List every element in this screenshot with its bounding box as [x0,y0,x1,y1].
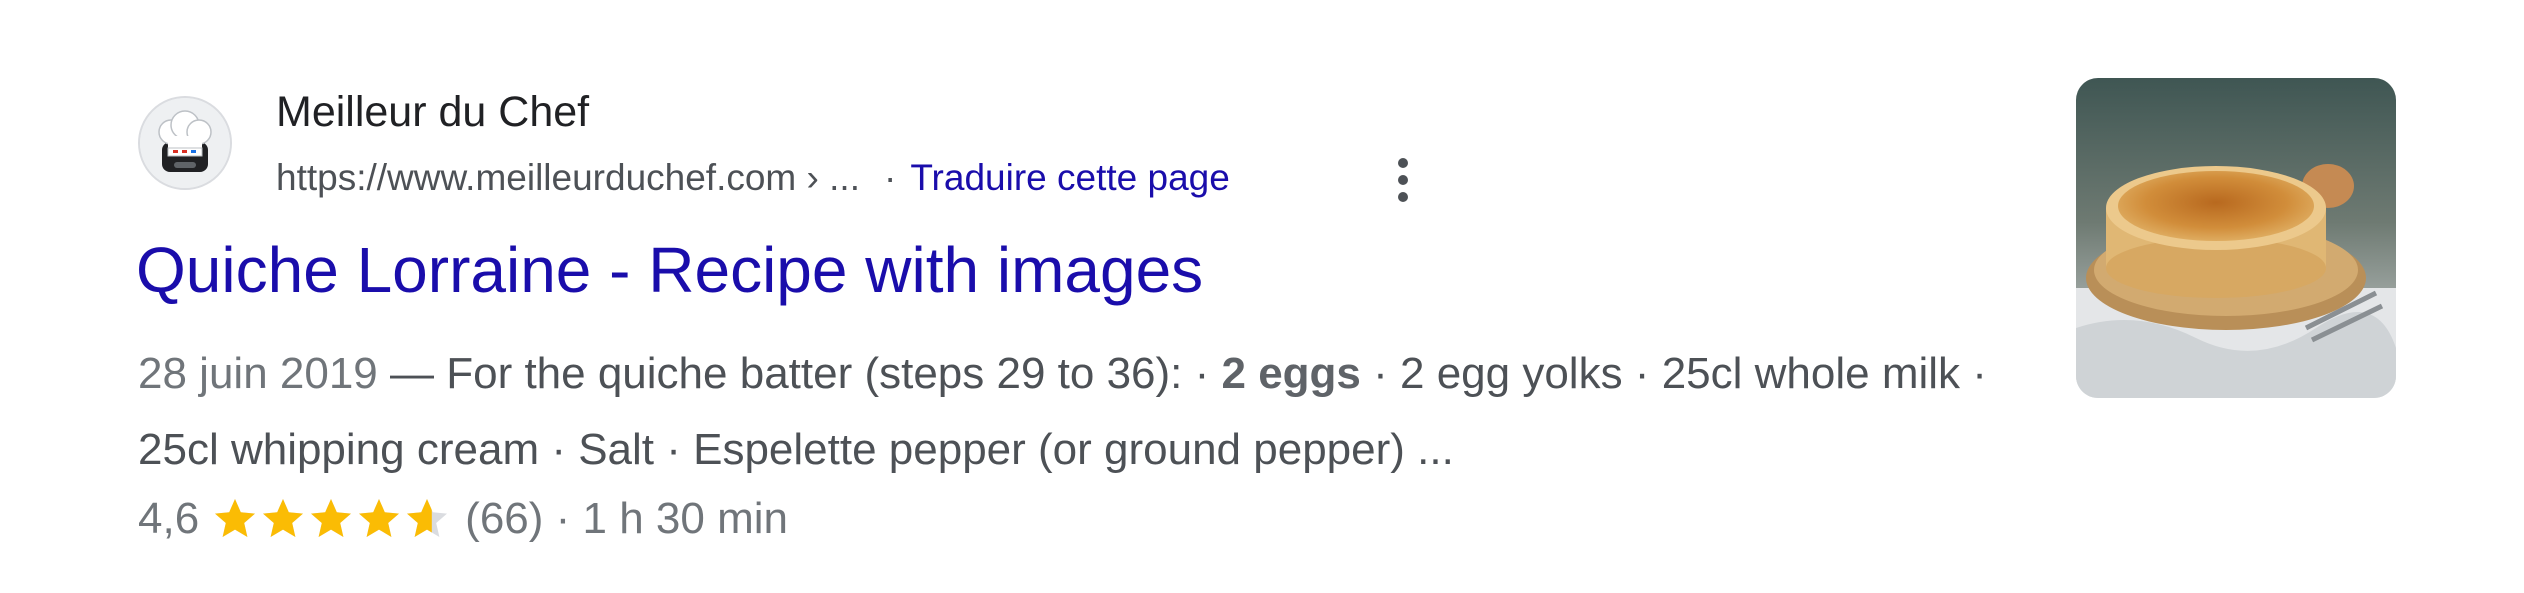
search-result: Meilleur du Chef https://www.meilleurduc… [0,0,2524,593]
star-icon [263,499,304,537]
rating-count: (66) [465,494,544,543]
result-thumbnail-image[interactable] [2076,78,2396,398]
url-breadcrumb: https://www.meilleurduchef.com › ... · T… [276,150,1230,206]
site-name[interactable]: Meilleur du Chef [276,84,589,140]
cook-duration: 1 h 30 min [582,494,788,543]
url-separator: · [883,157,897,198]
rating-value: 4,6 [138,494,200,543]
display-url[interactable]: https://www.meilleurduchef.com › ... [276,157,860,199]
rating-line: 4,6 (66) · 1 h 30 min [138,484,788,554]
snippet-text: For the quiche batter (steps 29 to 36): … [446,349,1222,398]
snippet-highlight: 2 eggs [1221,349,1361,398]
rating-stars [211,495,451,543]
rating-separator: · [543,494,583,543]
star-icon [407,499,448,537]
translate-page-link[interactable]: Traduire cette page [910,157,1230,199]
dot [1398,192,1408,202]
snippet-date: 28 juin 2019 [138,349,378,398]
result-snippet: 28 juin 2019 — For the quiche batter (st… [138,336,2038,488]
star-icon [215,499,256,537]
star-icon [311,499,352,537]
more-vert-icon[interactable] [1378,152,1428,208]
site-favicon-chef-hat-icon[interactable] [138,96,232,190]
star-icon [359,499,400,537]
dot [1398,175,1408,185]
result-title-link[interactable]: Quiche Lorraine - Recipe with images [136,230,1203,310]
dot [1398,158,1408,168]
snippet-dash: — [377,349,447,398]
